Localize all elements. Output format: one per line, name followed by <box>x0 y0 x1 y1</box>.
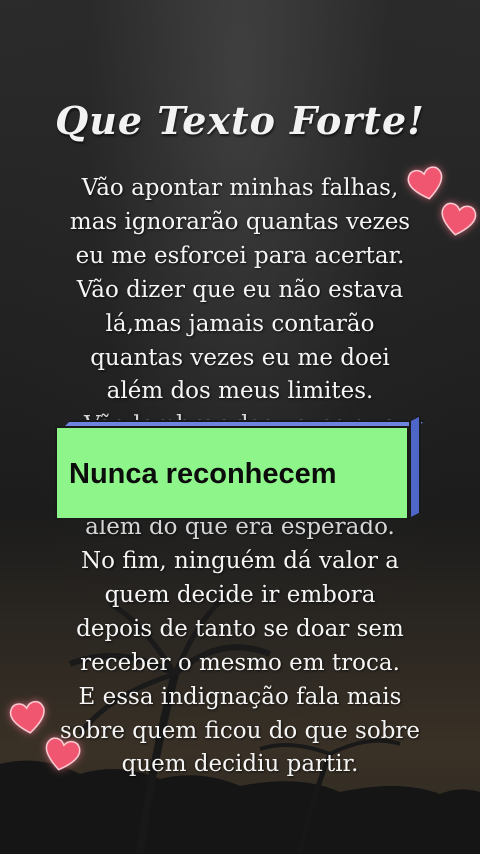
poem-line: No fim, ninguém dá valor a <box>81 547 399 574</box>
banner-side-edge <box>409 413 421 520</box>
poem-line: mas ignorarão quantas vezes <box>69 208 411 235</box>
poem-line: Vão dizer que eu não estava <box>76 276 404 303</box>
poem-line: depois de tanto se doar sem <box>76 615 404 642</box>
video-frame: Que Texto Forte! Vão apontar minhas falh… <box>0 0 480 854</box>
poem-line: eu me esforcei para acertar. <box>75 242 405 269</box>
page-title: Que Texto Forte! <box>55 98 425 143</box>
poem-line: E essa indignação fala mais <box>78 683 402 710</box>
poem-line: quem decide ir embora <box>104 581 376 608</box>
banner-face: Nunca reconhecem <box>55 426 409 520</box>
heart-icon <box>45 737 81 771</box>
poem-line: além dos meus limites. <box>106 378 374 405</box>
poem-line: quantas vezes eu me doei <box>90 344 390 371</box>
banner-caption: Nunca reconhecem <box>69 458 337 490</box>
poem-line: lá,mas jamais contarão <box>105 310 375 337</box>
heart-icon <box>9 700 45 734</box>
heart-icon <box>441 202 477 236</box>
poem-line: receber o mesmo em troca. <box>80 649 400 676</box>
caption-banner: Nunca reconhecem <box>55 413 427 524</box>
